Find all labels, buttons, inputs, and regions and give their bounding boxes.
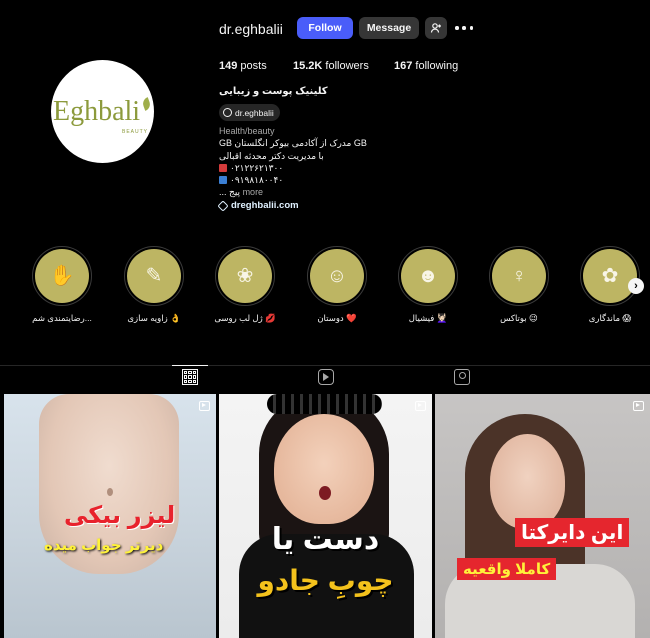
post-title: دست یا <box>271 523 380 556</box>
post-subtitle: دیرتر جواب میده <box>44 537 164 554</box>
add-user-icon <box>430 23 441 33</box>
bio-phone-line: ۰۲۱۲۲۶۲۱۳۰۰ <box>219 163 283 174</box>
bio-mobile-line: ۰۹۱۹۸۱۸۰۰۴۰ <box>219 175 283 186</box>
highlight-label: ماندگاری 😱 <box>588 313 632 323</box>
post-title: این دایرکتا <box>515 518 630 547</box>
reel-icon <box>199 401 210 411</box>
threads-link[interactable]: dr.eghbalii <box>219 104 280 121</box>
highlight-item[interactable]: ❀ ژل لب روسی 💋 <box>213 246 277 324</box>
website-link[interactable]: dreghbalii.com <box>217 199 299 212</box>
post-subtitle: چوبِ جادو <box>257 565 394 596</box>
bio-line: GB مدرک از آکادمی بیوکر انگلستان GB <box>219 138 367 148</box>
leaf-icon <box>141 97 152 111</box>
suggested-users-button[interactable] <box>425 17 447 39</box>
profile-full-name: کلینیک پوست و زیبایی <box>219 86 328 97</box>
eghbali-logo: Eghbali BEAUTY <box>51 60 154 163</box>
post-thumbnail[interactable]: لیزر بیکی دیرتر جواب میده <box>4 394 216 638</box>
bio-more-link[interactable]: more <box>243 187 264 197</box>
logo-subtext: BEAUTY <box>121 129 148 135</box>
mobile-emoji-icon <box>219 176 227 184</box>
highlight-label: بوتاکس 😉 <box>500 313 538 323</box>
tagged-icon[interactable] <box>454 369 470 385</box>
reel-icon <box>633 401 644 411</box>
threads-handle: dr.eghbalii <box>235 107 274 118</box>
highlight-label: فیشیال 💆🏻‍♀️ <box>408 313 448 323</box>
profile-avatar[interactable]: Eghbali BEAUTY <box>51 60 154 163</box>
post-subtitle: کاملا واقعیه <box>457 558 557 580</box>
grid-icon[interactable] <box>182 369 198 385</box>
highlight-label: دوستان ❤️ <box>317 313 357 323</box>
lips-icon: ❀ <box>236 265 254 287</box>
face-icon: ☻ <box>417 265 439 287</box>
post-title: لیزر بیکی <box>64 502 176 529</box>
followers-count[interactable]: 15.2K followers <box>293 60 369 72</box>
message-button[interactable]: Message <box>359 17 419 39</box>
highlight-label: رضایتمندی شم... <box>32 313 92 323</box>
follow-button[interactable]: Follow <box>297 17 353 39</box>
link-icon <box>217 199 229 212</box>
highlight-item[interactable]: ♀ بوتاکس 😉 <box>487 246 551 324</box>
more-options-icon[interactable] <box>455 20 473 36</box>
profile-username: dr.eghbalii <box>219 21 283 37</box>
bio-line: با مدیریت دکتر محدثه اقبالی <box>219 151 324 161</box>
highlight-item[interactable]: ☻ فیشیال 💆🏻‍♀️ <box>396 246 460 324</box>
hand-product-icon: ✋ <box>49 265 75 287</box>
tabs-divider <box>0 365 650 366</box>
phone-emoji-icon <box>219 164 227 172</box>
post-thumbnail[interactable]: این دایرکتا کاملا واقعیه <box>435 394 650 638</box>
logo-text: Eghbali <box>53 96 141 127</box>
highlights-next-chevron-icon[interactable]: › <box>628 278 644 294</box>
highlight-label: ژل لب روسی 💋 <box>214 313 276 323</box>
bio-more-line: ... پیج more <box>219 187 264 197</box>
face-contour-icon: ✎ <box>145 265 163 287</box>
threads-icon <box>223 108 232 117</box>
reels-icon[interactable] <box>318 369 334 385</box>
highlight-item[interactable]: ✋ رضایتمندی شم... <box>30 246 94 324</box>
highlight-label: زاویه سازی 👌 <box>127 313 181 323</box>
highlight-item[interactable]: ✎ زاویه سازی 👌 <box>122 246 186 324</box>
reel-icon <box>415 401 426 411</box>
active-tab-indicator <box>172 365 208 366</box>
woman-profile-icon: ♀ <box>511 265 527 287</box>
post-thumbnail[interactable]: دست یا چوبِ جادو <box>219 394 432 638</box>
profile-category: Health/beauty <box>219 126 275 136</box>
group-icon: ☺ <box>326 265 348 287</box>
highlight-item[interactable]: ☺ دوستان ❤️ <box>305 246 369 324</box>
posts-count: 149 posts <box>219 60 267 72</box>
following-count[interactable]: 167 following <box>394 60 458 72</box>
lotus-icon: ✿ <box>601 265 619 287</box>
